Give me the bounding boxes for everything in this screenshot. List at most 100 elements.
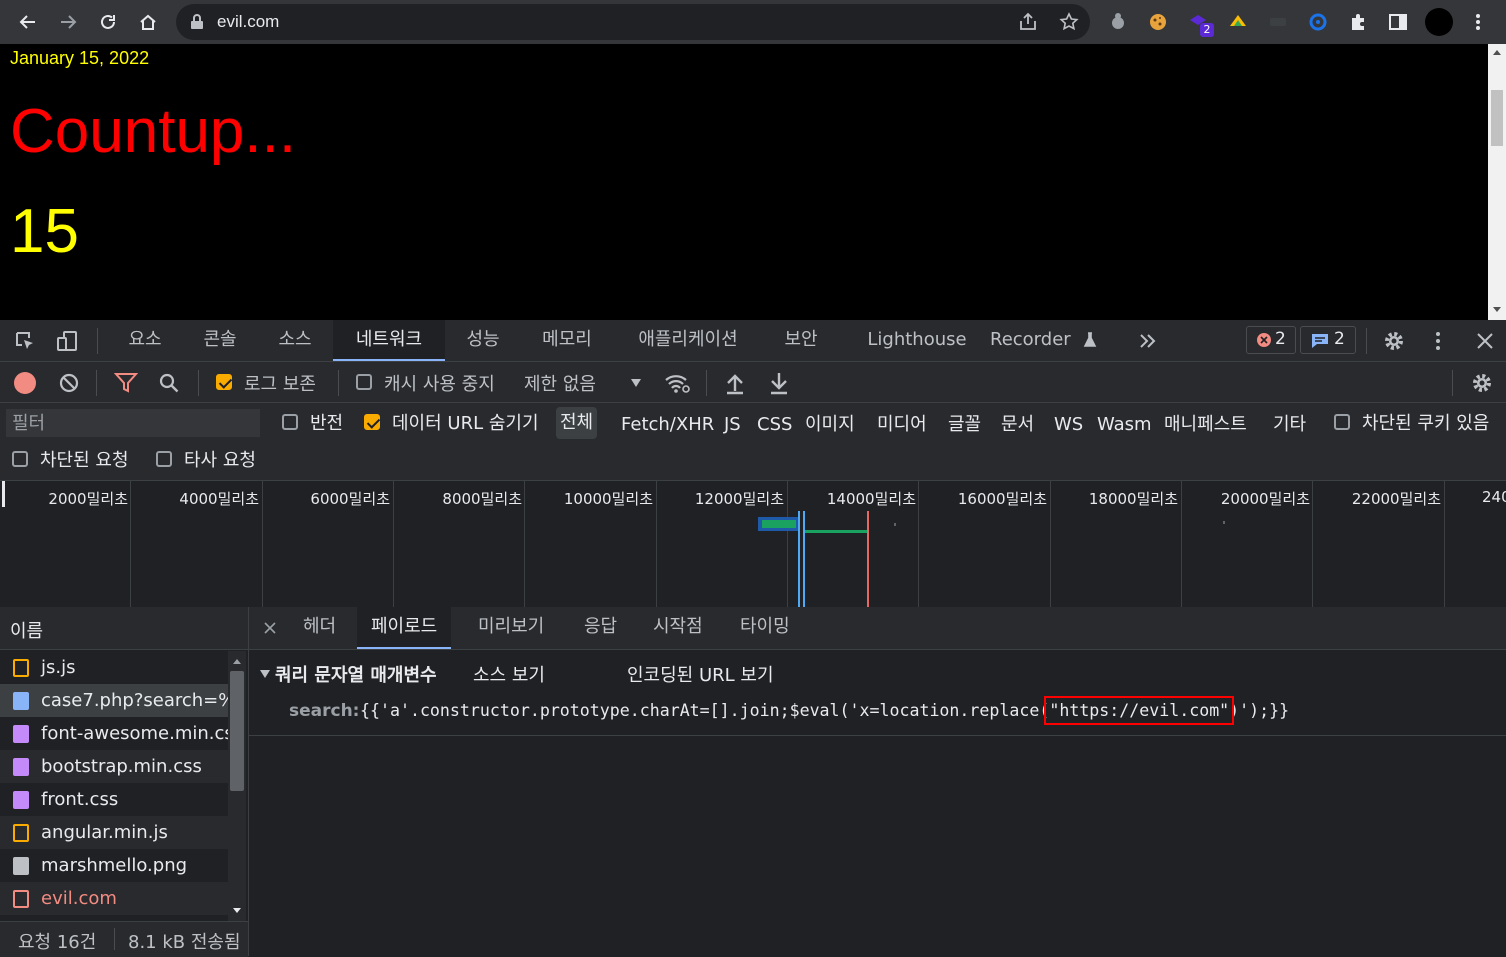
request-row[interactable]: js.js [0,651,228,684]
dark-extension-icon[interactable] [1268,12,1288,32]
page-scrollbar[interactable] [1488,44,1506,320]
type-filter-images[interactable]: 이미지 [805,409,855,441]
scroll-down-icon[interactable] [1492,306,1502,314]
request-name: evil.com [41,888,117,909]
profile-avatar[interactable] [1425,8,1453,36]
settings-gear-icon[interactable] [1382,329,1406,353]
request-row[interactable]: marshmello.png [0,849,228,882]
type-filter-other[interactable]: 기타 [1273,409,1306,441]
type-filter-fetch-xhr[interactable]: Fetch/XHR [621,409,714,441]
search-icon[interactable] [158,372,180,394]
import-har-icon[interactable] [724,371,746,395]
view-url-encoded-link[interactable]: 인코딩된 URL 보기 [627,661,774,687]
network-settings-gear-icon[interactable] [1470,371,1494,395]
network-filter-bar: 반전 데이터 URL 숨기기 전체 Fetch/XHR JS CSS 이미지 미… [0,403,1506,481]
tick-label: 6000밀리초 [310,490,390,508]
forward-button[interactable] [52,6,84,38]
request-list-scrollbar[interactable] [228,651,246,921]
request-name: js.js [41,657,76,678]
request-row[interactable]: angular.min.js [0,816,228,849]
tab-timing[interactable]: 타이밍 [740,607,790,649]
kebab-menu-icon[interactable] [1468,12,1488,32]
reload-button[interactable] [92,6,124,38]
column-name-header[interactable]: 이름 [10,617,43,643]
inspect-element-icon[interactable] [14,330,36,352]
home-button[interactable] [132,6,164,38]
request-row-redirect[interactable]: evil.com [0,882,228,915]
puzzle-icon[interactable] [1348,12,1368,32]
tab-performance[interactable]: 성능 [448,320,518,361]
request-name: font-awesome.min.css [41,723,228,744]
colorful-extension-icon[interactable] [1228,12,1248,32]
type-filter-css[interactable]: CSS [757,409,792,441]
circular-extension-icon[interactable] [1308,12,1328,32]
type-filter-ws[interactable]: WS [1054,409,1083,441]
view-source-link[interactable]: 소스 보기 [473,661,545,687]
messages-counter[interactable]: 2 [1300,326,1356,354]
extension-badge-button[interactable]: 2 [1186,10,1214,38]
more-tabs-icon[interactable] [1138,332,1158,350]
request-row[interactable]: font-awesome.min.css [0,717,228,750]
errors-counter[interactable]: 2 [1246,326,1296,354]
share-icon[interactable] [1018,12,1038,32]
cookie-icon[interactable] [1148,12,1168,32]
scroll-up-icon[interactable] [1492,48,1502,56]
filter-input[interactable] [6,409,260,437]
tab-application[interactable]: 애플리케이션 [620,320,756,361]
tab-security[interactable]: 보안 [766,320,836,361]
request-row[interactable]: bootstrap.min.css [0,750,228,783]
tab-headers[interactable]: 헤더 [303,607,336,649]
page-scroll-thumb[interactable] [1491,90,1503,146]
type-filter-fonts[interactable]: 글꼴 [948,409,981,441]
type-filter-media[interactable]: 미디어 [877,409,927,441]
tab-network[interactable]: 네트워크 [333,320,445,361]
type-filter-manifest[interactable]: 매니페스트 [1164,409,1247,441]
star-icon[interactable] [1059,12,1079,32]
address-bar[interactable]: evil.com [176,4,1090,40]
third-party-checkbox[interactable] [156,451,172,467]
network-overview-timeline[interactable]: 2000밀리초 4000밀리초 6000밀리초 8000밀리초 10000밀리초… [0,481,1506,608]
throttling-select[interactable]: 제한 없음 [522,366,650,398]
tab-response[interactable]: 응답 [584,607,617,649]
invert-checkbox[interactable] [282,414,298,430]
record-button[interactable] [14,372,36,394]
device-toolbar-icon[interactable] [56,330,78,352]
preserve-log-checkbox[interactable] [216,374,232,390]
filter-icon[interactable] [114,372,138,394]
disable-cache-checkbox[interactable] [356,374,372,390]
request-row[interactable]: front.css [0,783,228,816]
chevron-down-icon [631,379,641,387]
request-row-selected[interactable]: case7.php?search=%7... [0,684,228,717]
request-list-scroll-thumb[interactable] [230,671,244,791]
tab-memory[interactable]: 메모리 [524,320,610,361]
type-filter-docs[interactable]: 문서 [1001,409,1034,441]
network-conditions-icon[interactable] [664,371,690,395]
clear-icon[interactable] [58,372,80,394]
scroll-up-icon[interactable] [232,657,242,665]
tab-preview[interactable]: 미리보기 [478,607,544,649]
tab-console[interactable]: 콘솔 [185,320,255,361]
tab-lighthouse[interactable]: Lighthouse [856,320,978,361]
close-devtools-icon[interactable] [1475,331,1495,351]
close-detail-icon[interactable] [263,621,277,635]
dom-content-loaded-marker [803,511,805,607]
tab-initiator[interactable]: 시작점 [653,607,703,649]
query-params-section-header[interactable]: 쿼리 문자열 매개변수 소스 보기 인코딩된 URL 보기 [249,651,1506,695]
extension-bug-icon[interactable] [1108,12,1128,32]
tab-sources[interactable]: 소스 [260,320,330,361]
type-filter-all[interactable]: 전체 [556,407,598,439]
tab-elements[interactable]: 요소 [110,320,180,361]
scroll-down-icon[interactable] [232,907,242,915]
export-har-icon[interactable] [768,371,790,395]
back-button[interactable] [12,6,44,38]
tab-payload[interactable]: 페이로드 [357,607,452,649]
blocked-cookies-checkbox[interactable] [1334,414,1350,430]
request-list-header: 이름 [0,607,248,650]
type-filter-js[interactable]: JS [724,409,741,441]
blocked-requests-checkbox[interactable] [12,451,28,467]
type-filter-wasm[interactable]: Wasm [1097,409,1152,441]
hide-data-urls-checkbox[interactable] [364,414,380,430]
tab-recorder[interactable]: Recorder [990,320,1097,361]
devtools-menu-icon[interactable] [1428,330,1448,352]
side-panel-icon[interactable] [1388,12,1408,32]
